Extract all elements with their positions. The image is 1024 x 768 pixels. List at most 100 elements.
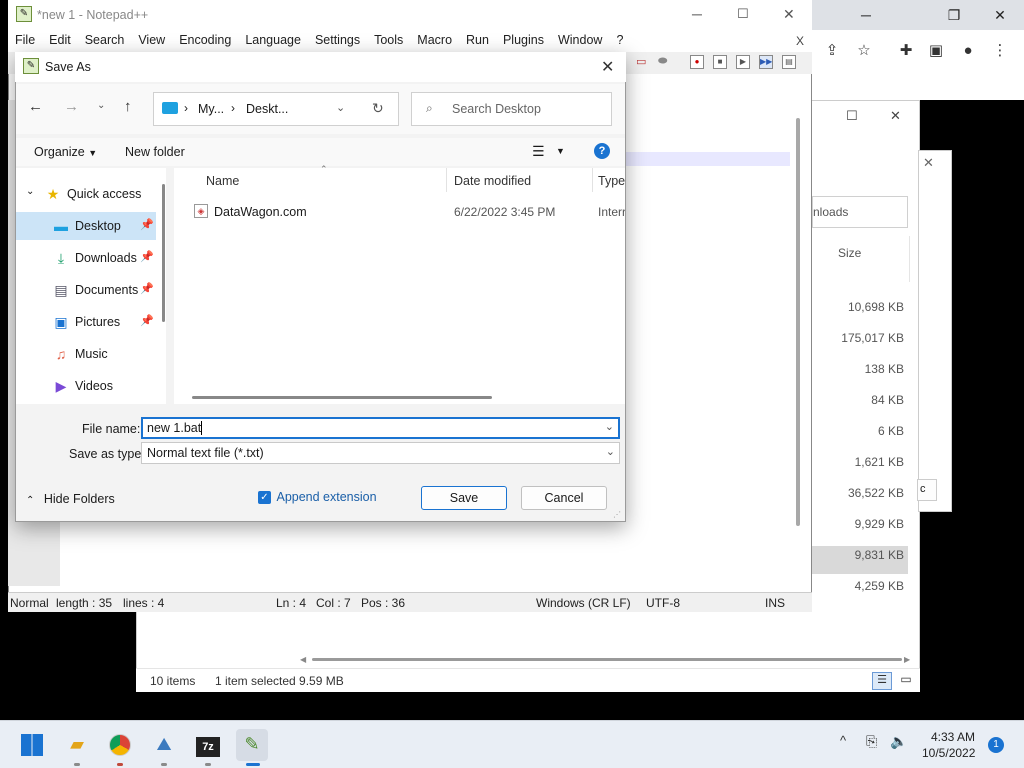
nav-pictures[interactable]: ▣ Pictures 📌	[16, 308, 156, 336]
save-type-select[interactable]: Normal text file (*.txt) ⌄	[141, 442, 620, 464]
explorer-maximize-button[interactable]: ☐	[846, 108, 858, 124]
menu-item[interactable]: Language	[238, 30, 308, 52]
recent-chevron-icon[interactable]: ⌄	[97, 100, 105, 111]
search-box[interactable]: ⌕ Search Desktop	[411, 92, 612, 126]
cancel-button[interactable]: Cancel	[521, 486, 607, 510]
append-extension-checkbox[interactable]: ✓ Append extension	[258, 490, 377, 505]
nav-music[interactable]: ♫ Music	[16, 340, 156, 368]
nav-downloads[interactable]: ⤓ Downloads 📌	[16, 244, 156, 272]
col-type-header[interactable]: Type	[598, 174, 625, 188]
npp-close-button[interactable]: ✕	[783, 6, 795, 23]
npp-doc-close-button[interactable]: X	[796, 34, 804, 48]
refresh-icon[interactable]: ↻	[372, 100, 384, 117]
explorer-hscrollbar[interactable]	[312, 658, 902, 661]
tray-overflow-chevron[interactable]: ^	[840, 733, 846, 748]
up-arrow-icon[interactable]: ↑	[124, 98, 132, 115]
status-ins: INS	[765, 596, 786, 610]
checkbox-checked-icon[interactable]: ✓	[258, 491, 271, 505]
clock-time[interactable]: 4:33 AM	[931, 730, 975, 744]
menu-item[interactable]: Window	[551, 30, 609, 52]
clock-date[interactable]: 10/5/2022	[922, 746, 975, 760]
side-panel-icon[interactable]: ▣	[926, 42, 946, 62]
view-dropdown-icon[interactable]: ▼	[556, 146, 565, 156]
macro-record-icon[interactable]: ●	[690, 55, 704, 69]
menu-item[interactable]: File	[8, 30, 42, 52]
menu-item[interactable]: Edit	[42, 30, 78, 52]
macro-save-icon[interactable]: ▤	[782, 55, 796, 69]
menu-item[interactable]: Search	[78, 30, 132, 52]
explorer-selection-info: 1 item selected 9.59 MB	[215, 674, 344, 688]
breadcrumb-desktop[interactable]: Deskt...	[246, 102, 288, 116]
new-folder-button[interactable]: New folder	[125, 145, 185, 159]
network-icon[interactable]: ⎘	[866, 733, 877, 750]
explorer-close-button[interactable]: ✕	[890, 108, 901, 124]
dialog-close-button[interactable]: ✕	[601, 57, 614, 77]
menu-kebab-icon[interactable]: ⋮	[990, 42, 1010, 62]
filelist-hscrollbar[interactable]	[192, 396, 492, 399]
bookmark-star-icon[interactable]: ☆	[854, 42, 874, 62]
menu-item[interactable]: Settings	[308, 30, 367, 52]
save-type-dropdown-icon[interactable]: ⌄	[606, 445, 615, 458]
file-name-input[interactable]: new 1.bat ⌄	[141, 417, 620, 439]
organize-button[interactable]: Organize ▼	[34, 145, 97, 159]
secondary-close-icon[interactable]: ✕	[923, 155, 934, 171]
address-dropdown-icon[interactable]: ⌄	[336, 101, 345, 114]
open-folder-icon[interactable]: ▭	[636, 55, 646, 68]
breadcrumb-my[interactable]: My...	[198, 102, 224, 116]
view-options-icon[interactable]: ☰	[532, 143, 545, 160]
forward-arrow-icon[interactable]: →	[64, 98, 79, 115]
nav-desktop[interactable]: ▬ Desktop 📌	[16, 212, 156, 240]
status-encoding: UTF-8	[646, 596, 680, 610]
resize-grip-icon[interactable]: ⋰	[613, 510, 621, 519]
macro-play-icon[interactable]: ▶	[736, 55, 750, 69]
scroll-right-icon[interactable]: ▶	[904, 655, 910, 664]
resource-monitor-taskbar-icon[interactable]: ⛰	[148, 729, 180, 761]
7zip-taskbar-icon[interactable]: 7z	[192, 729, 224, 761]
menu-item[interactable]: Run	[459, 30, 496, 52]
monitor-icon[interactable]: ⬬	[658, 55, 667, 68]
nav-documents[interactable]: ▤ Documents 📌	[16, 276, 156, 304]
file-name-dropdown-icon[interactable]: ⌄	[605, 420, 614, 433]
menu-item[interactable]: Macro	[410, 30, 459, 52]
volume-icon[interactable]: 🔈	[890, 733, 907, 750]
collapse-chevron-icon[interactable]: ⌄	[26, 186, 34, 197]
col-name-header[interactable]: Name	[206, 174, 239, 188]
chrome-close-button[interactable]: ✕	[990, 6, 1010, 26]
editor-vscrollbar[interactable]	[796, 118, 800, 526]
file-row[interactable]: ◈ DataWagon.com 6/22/2022 3:45 PM Interr	[174, 200, 625, 224]
menu-item[interactable]: Tools	[367, 30, 410, 52]
start-button[interactable]	[16, 729, 48, 761]
explorer-search-box[interactable]: nloads	[812, 196, 908, 228]
menu-item[interactable]: Plugins	[496, 30, 551, 52]
notepadpp-taskbar-icon[interactable]: ✎	[236, 729, 268, 761]
address-bar[interactable]: › My... › Deskt... ⌄ ↻	[153, 92, 399, 126]
hide-folders-button[interactable]: ⌃ Hide Folders	[26, 492, 115, 506]
notification-badge[interactable]: 1	[988, 737, 1004, 753]
extensions-icon[interactable]: ✚	[896, 42, 916, 62]
profile-icon[interactable]: ●	[958, 42, 978, 62]
chrome-minimize-button[interactable]: ─	[856, 6, 876, 26]
file-explorer-taskbar-icon[interactable]: ▰	[61, 729, 93, 761]
chrome-restore-button[interactable]: ❐	[944, 6, 964, 26]
secondary-partial-button[interactable]: c	[917, 479, 937, 501]
scroll-left-icon[interactable]: ◀	[300, 655, 306, 664]
navpane-scrollbar[interactable]	[162, 184, 165, 322]
pin-icon: 📌	[140, 315, 154, 327]
chrome-taskbar-icon[interactable]	[104, 729, 136, 761]
npp-maximize-button[interactable]: ☐	[737, 6, 749, 22]
nav-videos[interactable]: ▶ Videos	[16, 372, 156, 400]
menu-item[interactable]: Encoding	[172, 30, 238, 52]
share-icon[interactable]: ⇪	[822, 42, 842, 62]
menu-item[interactable]: View	[131, 30, 172, 52]
back-arrow-icon[interactable]: ←	[28, 98, 43, 115]
details-view-icon[interactable]: ☰	[872, 672, 892, 690]
macro-stop-icon[interactable]: ■	[713, 55, 727, 69]
col-date-header[interactable]: Date modified	[454, 174, 531, 188]
save-button[interactable]: Save	[421, 486, 507, 510]
macro-run-multiple-icon[interactable]: ▶▶	[759, 55, 773, 69]
npp-minimize-button[interactable]: ─	[692, 6, 702, 22]
help-icon[interactable]: ?	[594, 143, 610, 159]
tiles-view-icon[interactable]: ▭	[896, 672, 916, 690]
menu-item[interactable]: ?	[609, 30, 630, 52]
nav-quick-access[interactable]: ⌄ ★ Quick access	[16, 180, 156, 208]
